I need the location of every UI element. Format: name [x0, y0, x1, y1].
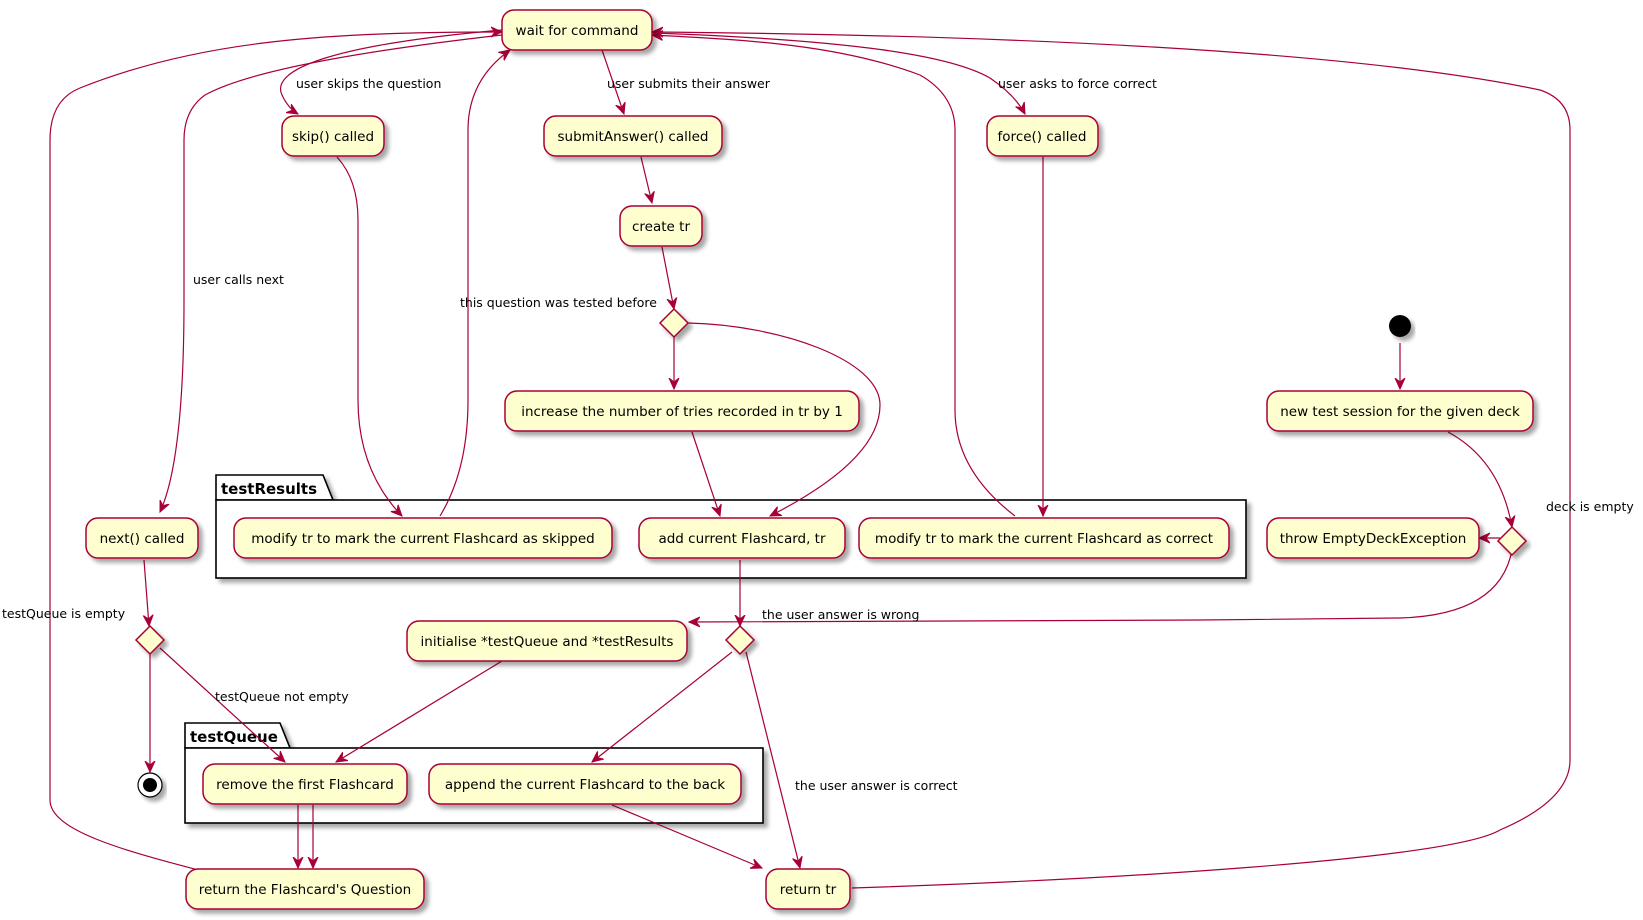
edge-initialise-to-remove-first: [336, 660, 503, 762]
label-deck-empty: deck is empty: [1546, 499, 1634, 514]
label-answer-wrong: the user answer is wrong: [762, 607, 919, 622]
node-next-called: next() called: [85, 517, 199, 559]
svg-text:submitAnswer() called: submitAnswer() called: [558, 129, 709, 145]
label-calls-next: user calls next: [193, 272, 284, 287]
svg-text:return tr: return tr: [780, 882, 837, 898]
edge-next-to-queue-decision: [144, 559, 149, 626]
edge-mark-correct-to-wait: [652, 35, 1016, 517]
svg-text:modify tr to mark the current: modify tr to mark the current Flashcard …: [875, 531, 1213, 547]
edge-answer-decision-to-append: [592, 651, 733, 762]
edge-labels: user skips the question user submits the…: [2, 76, 1634, 793]
end-node: [137, 772, 163, 798]
edge-wait-to-skip: [280, 29, 503, 114]
svg-text:force() called: force() called: [998, 129, 1087, 145]
node-submit-answer-called: submitAnswer() called: [543, 115, 723, 157]
label-queue-not-empty: testQueue not empty: [215, 689, 349, 704]
node-remove-first-flashcard: remove the first Flashcard: [202, 763, 408, 805]
label-force-correct: user asks to force correct: [998, 76, 1157, 91]
node-wait-for-command: wait for command: [501, 9, 653, 51]
svg-text:new test session for the given: new test session for the given deck: [1280, 404, 1520, 420]
node-increase-tries: increase the number of tries recorded in…: [504, 390, 860, 432]
edge-return-tr-to-wait: [652, 32, 1571, 889]
label-tested-before: this question was tested before: [460, 295, 657, 310]
label-answer-correct: the user answer is correct: [795, 778, 958, 793]
node-return-question: return the Flashcard's Question: [185, 868, 425, 910]
decision-deck-empty: [1496, 525, 1528, 557]
node-throw-empty-deck: throw EmptyDeckException: [1266, 517, 1480, 559]
svg-text:remove the first Flashcard: remove the first Flashcard: [216, 777, 394, 793]
node-new-test-session: new test session for the given deck: [1266, 390, 1534, 432]
label-user-submits: user submits their answer: [607, 76, 771, 91]
edge-mark-skipped-to-wait: [439, 50, 510, 517]
end-circle-inner: [143, 778, 157, 792]
svg-text:initialise *testQueue and *tes: initialise *testQueue and *testResults: [421, 634, 674, 650]
node-skip-called: skip() called: [281, 115, 385, 157]
svg-text:increase the number of tries r: increase the number of tries recorded in…: [521, 404, 843, 420]
decision-tested-before: [658, 307, 690, 339]
svg-text:add current Flashcard, tr: add current Flashcard, tr: [658, 531, 826, 547]
svg-text:throw EmptyDeckException: throw EmptyDeckException: [1280, 531, 1467, 547]
decision-queue-empty: [134, 624, 166, 656]
svg-text:return the Flashcard's Questio: return the Flashcard's Question: [199, 882, 411, 898]
node-mark-correct: modify tr to mark the current Flashcard …: [858, 517, 1230, 559]
label-user-skips: user skips the question: [296, 76, 441, 91]
node-append-to-back: append the current Flashcard to the back: [428, 763, 742, 805]
svg-text:wait for command: wait for command: [516, 23, 639, 39]
edge-create-tr-to-decision: [661, 246, 674, 309]
activity-diagram: testResults testQueue user skips the que…: [2, 9, 1634, 910]
svg-text:next() called: next() called: [100, 531, 185, 547]
label-queue-empty: testQueue is empty: [2, 606, 126, 621]
activity-nodes: wait for command skip() called submitAns…: [85, 9, 1534, 910]
node-add-current-flashcard: add current Flashcard, tr: [638, 517, 846, 559]
svg-text:skip() called: skip() called: [292, 129, 374, 145]
edge-wait-to-force: [651, 32, 1025, 114]
node-force-called: force() called: [986, 115, 1099, 157]
svg-text:modify tr to mark the current: modify tr to mark the current Flashcard …: [251, 531, 595, 547]
svg-text:append the current Flashcard t: append the current Flashcard to the back: [445, 777, 725, 793]
node-initialise: initialise *testQueue and *testResults: [406, 620, 688, 662]
svg-text:create tr: create tr: [632, 219, 690, 235]
decisions: [134, 307, 1528, 656]
edge-skip-to-mark-skipped: [336, 156, 402, 516]
node-create-tr: create tr: [619, 205, 703, 247]
edge-new-session-to-deck-decision: [1447, 431, 1512, 527]
start-node: [1389, 315, 1411, 337]
node-return-tr: return tr: [765, 868, 851, 910]
node-mark-skipped: modify tr to mark the current Flashcard …: [233, 517, 613, 559]
start-circle: [1389, 315, 1411, 337]
edge-submit-to-create-tr: [640, 156, 652, 203]
decision-answer-correct: [724, 624, 756, 656]
package-title-testResults: testResults: [221, 480, 317, 498]
